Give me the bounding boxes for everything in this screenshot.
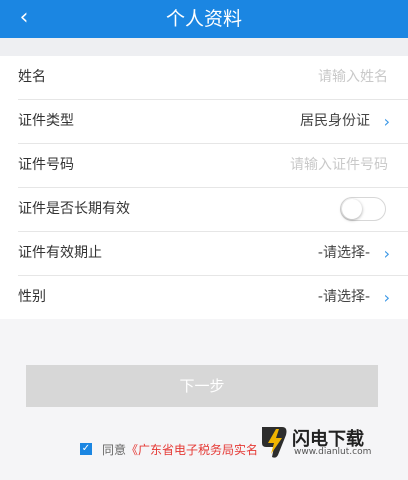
id-type-label: 证件类型	[18, 113, 74, 129]
watermark-url: www.dianlut.com	[294, 447, 372, 457]
expiry-label: 证件有效期止	[18, 245, 102, 261]
gender-value: -请选择-	[317, 289, 370, 305]
page-title: 个人资料	[165, 8, 242, 30]
chevron-right-icon: ›	[383, 244, 390, 263]
expiry-row[interactable]: 证件有效期止 -请选择- ›	[18, 232, 408, 276]
lightning-logo-icon	[262, 427, 287, 458]
id-number-input[interactable]: 请输入证件号码	[290, 144, 388, 187]
name-input[interactable]: 请输入姓名	[318, 56, 388, 99]
id-number-row[interactable]: 证件号码 请输入证件号码	[18, 144, 408, 188]
top-bar: ‹ 个人资料	[0, 0, 408, 38]
long-term-label: 证件是否长期有效	[18, 201, 130, 217]
long-term-toggle[interactable]	[340, 197, 386, 221]
name-row[interactable]: 姓名 请输入姓名	[18, 56, 408, 100]
long-term-row: 证件是否长期有效	[18, 188, 408, 232]
agreement-row: ✓ 同意 《广东省电子税务局实名	[80, 440, 258, 458]
name-label: 姓名	[18, 69, 46, 85]
agreement-prefix: 同意	[102, 442, 127, 457]
agreement-link[interactable]: 《广东省电子税务局实名	[126, 441, 258, 458]
profile-form: 姓名 请输入姓名 证件类型 居民身份证 › 证件号码 请输入证件号码 证件是否长…	[0, 56, 408, 319]
gender-label: 性别	[18, 289, 46, 305]
id-type-row[interactable]: 证件类型 居民身份证 ›	[18, 100, 408, 144]
expiry-value: -请选择-	[317, 245, 370, 261]
id-type-value: 居民身份证	[300, 113, 370, 129]
gender-row[interactable]: 性别 -请选择- ›	[18, 276, 408, 319]
chevron-right-icon: ›	[383, 288, 390, 307]
chevron-right-icon: ›	[383, 112, 390, 131]
id-number-label: 证件号码	[18, 157, 74, 173]
check-icon: ✓	[81, 443, 91, 454]
agreement-checkbox[interactable]: ✓	[80, 443, 92, 455]
next-button[interactable]: 下一步	[26, 365, 378, 407]
watermark-logo: 闪电下载 www.dianlut.com	[258, 423, 390, 463]
toggle-knob	[342, 199, 362, 219]
section-gap	[0, 38, 408, 56]
